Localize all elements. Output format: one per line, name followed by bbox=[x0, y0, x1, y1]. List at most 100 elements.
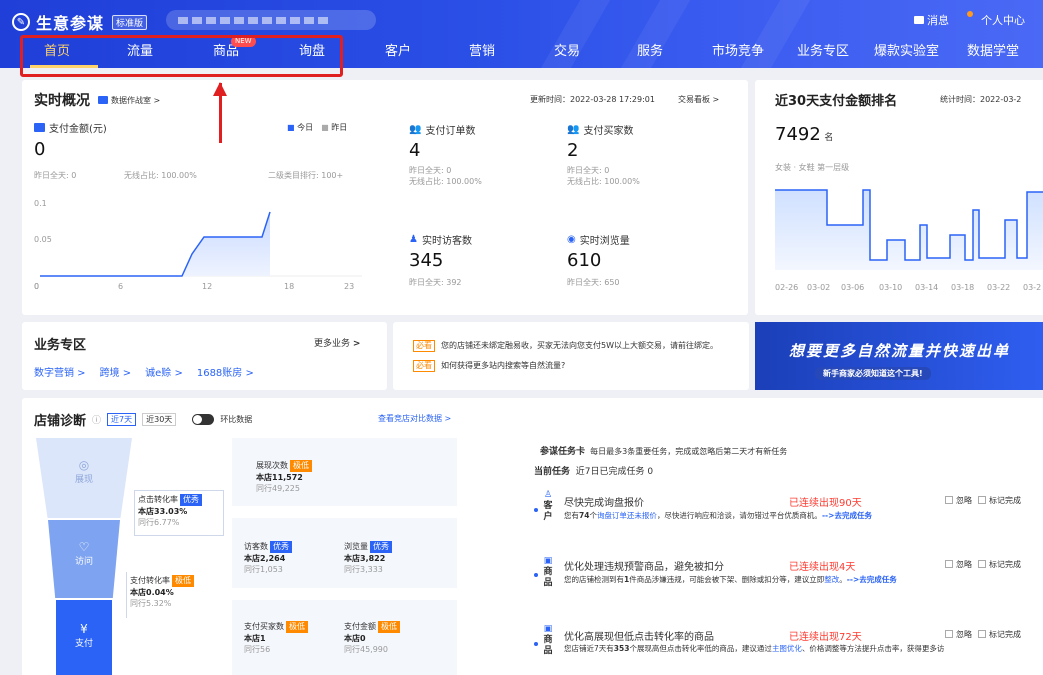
ignore-checkbox bbox=[945, 496, 953, 504]
dashboard-icon bbox=[98, 96, 108, 104]
task-category: ▣ 商品 bbox=[543, 624, 553, 656]
x-tick: 03-18 bbox=[951, 283, 974, 292]
user-center-link[interactable]: 个人中心 bbox=[981, 12, 1025, 28]
x-tick: 12 bbox=[202, 282, 212, 291]
nav-data-school[interactable]: 数据学堂 bbox=[967, 38, 1019, 68]
task-card-header: 参谋任务卡 每日最多3条重要任务，完成或忽略后第二天才有新任务 bbox=[540, 447, 788, 457]
business-title: 业务专区 bbox=[34, 338, 87, 353]
store-diagnosis-card: 店铺诊断 ⓘ 近7天 近30天 环比数据 查看竞店对比数据 > ◎ 展现 ♡ 访问 … bbox=[22, 398, 1043, 675]
task-actions[interactable]: 忽略 标记完成 bbox=[939, 629, 1021, 640]
ignore-checkbox bbox=[945, 560, 953, 568]
link-chengesha[interactable]: 诚e赊 > bbox=[145, 364, 183, 379]
nav-trade[interactable]: 交易 bbox=[554, 38, 580, 68]
nav-market[interactable]: 市场竞争 bbox=[712, 38, 764, 68]
ranking-chart: 02-26 03-02 03-06 03-10 03-14 03-18 03-2… bbox=[775, 189, 1043, 292]
ignore-checkbox bbox=[945, 630, 953, 638]
pageviews-value: 610 bbox=[567, 250, 602, 271]
visitor-icon: ♟ bbox=[409, 234, 418, 245]
yen-icon: ¥ bbox=[80, 622, 88, 636]
x-tick: 03-02 bbox=[807, 283, 830, 292]
mark-checkbox bbox=[978, 560, 986, 568]
product-icon: ▣ bbox=[543, 556, 553, 566]
task-link[interactable]: 整改 bbox=[824, 575, 839, 584]
ranking-stat-time: 统计时间：2022-03-2 bbox=[940, 95, 1022, 104]
promo-banner[interactable]: 想要更多自然流量并快速出单 新手商家必须知道这个工具! bbox=[755, 322, 1043, 390]
go-complete-link[interactable]: -->去完成任务 bbox=[847, 575, 897, 584]
task-title: 尽快完成询盘报价 bbox=[564, 498, 644, 509]
banner-subtitle: 新手商家必须知道这个工具! bbox=[815, 367, 931, 380]
trade-board-link[interactable]: 交易看板 > bbox=[678, 94, 719, 105]
nav-business-zone[interactable]: 业务专区 bbox=[797, 38, 849, 68]
funnel-impressions-label: ◎ 展现 bbox=[36, 458, 132, 485]
task-desc: 您的店铺检测到有1件商品涉嫌违规，可能会被下架、删除或扣分等，建议立即整改。--… bbox=[564, 575, 897, 584]
ranking-title: 近30天支付金额排名 bbox=[775, 94, 898, 109]
pay-amount-yesterday: 昨日全天: 0 bbox=[34, 171, 77, 180]
mail-icon bbox=[914, 16, 924, 24]
task-item: ▣ 商品 优化处理违规预警商品，避免被扣分 已连续出现4天 忽略 标记完成 您的店铺… bbox=[534, 548, 1043, 593]
link-digital-marketing[interactable]: 数字营销 > bbox=[34, 364, 86, 379]
go-complete-link[interactable]: -->去完成任务 bbox=[822, 511, 872, 520]
x-tick: 03-06 bbox=[841, 283, 864, 292]
x-tick: 03-22 bbox=[987, 283, 1010, 292]
x-tick: 02-26 bbox=[775, 283, 798, 292]
pay-amount-value: 0 bbox=[34, 139, 46, 160]
ranking-card: 近30天支付金额排名 统计时间：2022-03-2 7492 名 女装 · 女鞋… bbox=[755, 80, 1043, 315]
current-tasks: 当前任务 近7日已完成任务 0 bbox=[534, 467, 654, 477]
compare-link[interactable]: 查看竞店对比数据 > bbox=[378, 413, 451, 424]
compare-toggle[interactable] bbox=[192, 414, 215, 425]
task-item: ▣ 商品 优化高展现但低点击转化率的商品 已连续出现72天 忽略 标记完成 您店铺近… bbox=[534, 618, 1043, 663]
wallet-icon bbox=[34, 123, 45, 132]
must-read-tag: 必看 bbox=[413, 360, 435, 372]
pay-amount-rank: 二级类目排行: 100+ bbox=[268, 171, 344, 180]
nav-hot-lab[interactable]: 爆款实验室 bbox=[874, 38, 939, 68]
range-7-days[interactable]: 近7天 bbox=[107, 413, 137, 426]
ranking-value: 7492 bbox=[775, 124, 821, 145]
edition-badge: 标准版 bbox=[112, 14, 148, 30]
task-actions[interactable]: 忽略 标记完成 bbox=[939, 495, 1021, 506]
range-30-days[interactable]: 近30天 bbox=[142, 413, 177, 426]
today-area bbox=[40, 212, 270, 276]
funnel-pay-label: ¥ 支付 bbox=[56, 622, 112, 649]
pay-buyers-metric: 👥 支付买家数 2 昨日全天: 0 无线占比: 100.00% bbox=[567, 124, 640, 186]
user-icon: ♙ bbox=[543, 490, 553, 500]
war-room-link[interactable]: 数据作战室 > bbox=[98, 95, 160, 106]
app-logo[interactable]: ✎ 生意参谋 标准版 bbox=[12, 10, 148, 34]
eye-icon: ◉ bbox=[567, 234, 576, 245]
pay-orders-metric: 👥 支付订单数 4 昨日全天: 0 无线占比: 100.00% bbox=[409, 124, 482, 186]
x-tick: 03-14 bbox=[915, 283, 938, 292]
x-tick: 23 bbox=[344, 282, 354, 291]
app-title: 生意参谋 bbox=[36, 14, 105, 33]
diagnosis-title: 店铺诊断 bbox=[34, 414, 87, 429]
task-link[interactable]: 询盘订单还未报价 bbox=[597, 511, 657, 520]
messages-link[interactable]: 消息 bbox=[914, 12, 949, 28]
task-title: 优化高展现但低点击转化率的商品 bbox=[564, 632, 714, 643]
update-time: 更新时间：2022-03-28 17:29:01 bbox=[530, 95, 655, 104]
eye-icon: ◎ bbox=[78, 458, 90, 472]
more-business-link[interactable]: 更多业务 > bbox=[314, 336, 360, 349]
logo-icon: ✎ bbox=[12, 13, 30, 31]
people-icon: 👥 bbox=[409, 124, 422, 135]
y-tick: 0.05 bbox=[34, 235, 52, 244]
link-1688-account[interactable]: 1688账房 > bbox=[197, 364, 254, 379]
nav-customers[interactable]: 客户 bbox=[385, 38, 411, 68]
help-icon[interactable]: ⓘ bbox=[92, 413, 101, 426]
view-count-metric: 浏览量 优秀 本店3,822 同行3,333 bbox=[344, 541, 392, 575]
task-actions[interactable]: 忽略 标记完成 bbox=[939, 559, 1021, 570]
must-read-tag: 必看 bbox=[413, 340, 435, 352]
task-desc: 您有74个询盘订单还未报价，尽快进行响应和洽谈，请勿错过平台优质商机。-->去完… bbox=[564, 511, 872, 520]
notice-item[interactable]: 必看 如何获得更多站内搜索等自然流量? bbox=[413, 360, 565, 372]
pay-rate-box: 支付转化率 极低 本店0.04% 同行5.32% bbox=[126, 572, 216, 618]
mark-checkbox bbox=[978, 496, 986, 504]
task-link[interactable]: 主图优化 bbox=[772, 644, 802, 653]
x-tick: 0 bbox=[34, 282, 39, 291]
annotation-arrow bbox=[219, 83, 222, 143]
nav-marketing[interactable]: 营销 bbox=[469, 38, 495, 68]
link-cross-border[interactable]: 跨境 > bbox=[100, 364, 132, 379]
chart-legend: ■ 今日 ■ 昨日 bbox=[287, 123, 348, 132]
nav-service[interactable]: 服务 bbox=[637, 38, 663, 68]
ranking-category: 女装 · 女鞋 第一层级 bbox=[775, 163, 850, 172]
realtime-title: 实时概况 bbox=[34, 93, 90, 109]
banner-title: 想要更多自然流量并快速出单 bbox=[789, 342, 1011, 360]
task-item: ♙ 客户 尽快完成询盘报价 已连续出现90天 忽略 标记完成 您有74个询盘订单还未… bbox=[534, 488, 1043, 533]
notice-item[interactable]: 必看 您的店铺还未绑定融易收，买家无法向您支付5W以上大额交易，请前往绑定。 bbox=[413, 340, 748, 352]
